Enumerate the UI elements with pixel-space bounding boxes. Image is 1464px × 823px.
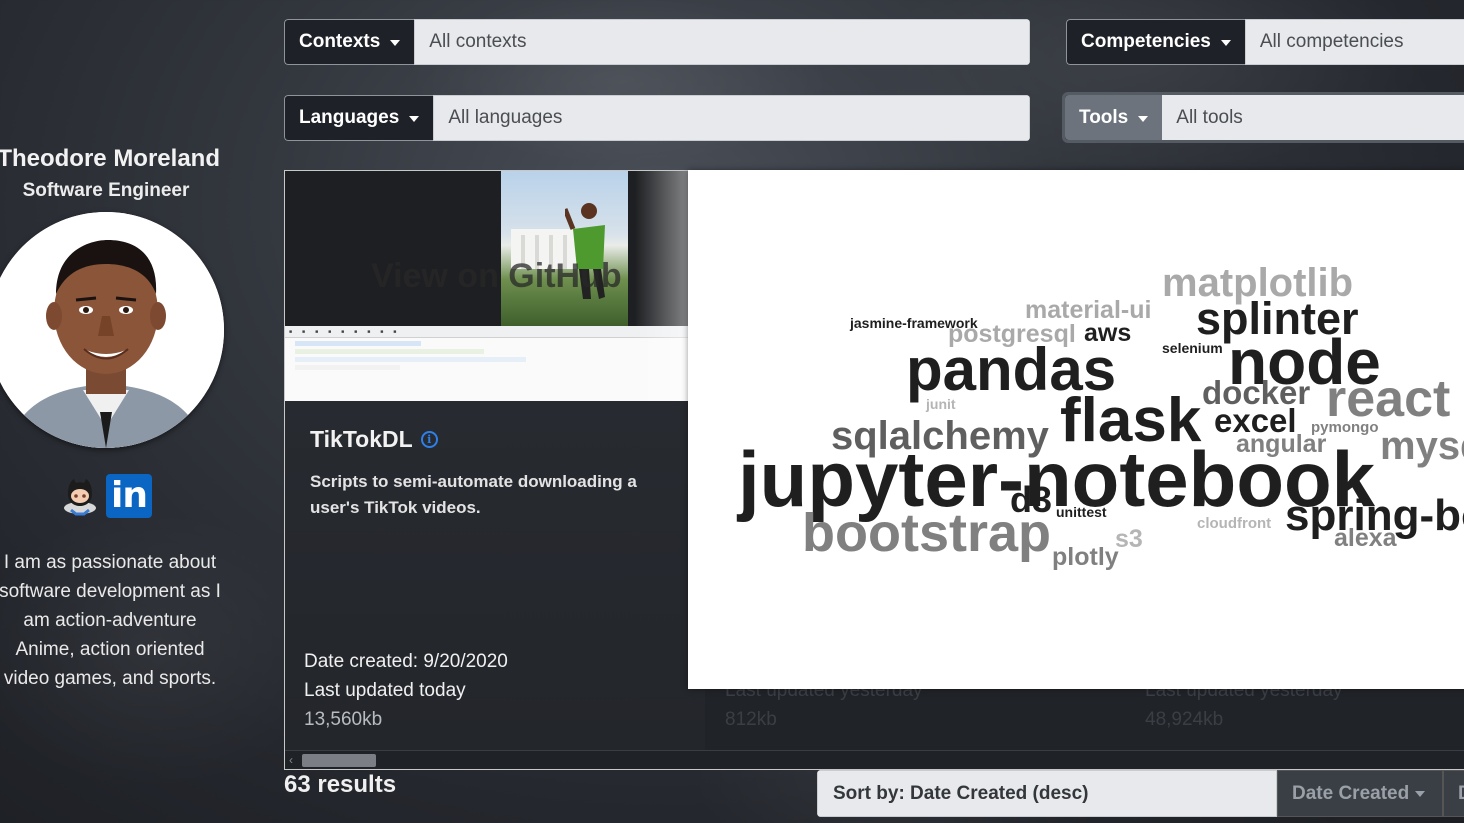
languages-dropdown-button[interactable]: Languages xyxy=(284,95,434,141)
word-pymongo: pymongo xyxy=(1311,419,1379,436)
tools-dropdown-label: Tools xyxy=(1079,106,1129,128)
project-card[interactable]: View on GitHub ■ ■ ■ ■ ■ ■ ■ ■ ■ TikTokDL i Scri… xyxy=(285,171,705,751)
caret-down-icon xyxy=(409,116,420,122)
sort-field-dropdown[interactable]: Date Created xyxy=(1277,770,1443,817)
word-react: react xyxy=(1326,370,1451,428)
caret-down-icon xyxy=(390,40,401,46)
languages-value[interactable]: All languages xyxy=(433,95,1030,141)
competencies-filter: Competencies All competencies xyxy=(1066,19,1464,65)
sort-label: Sort by: Date Created (desc) xyxy=(817,770,1277,817)
word-junit: junit xyxy=(926,396,956,412)
sort-direction-dropdown[interactable]: D xyxy=(1443,770,1464,817)
repo-size: 48,924kb xyxy=(1145,709,1224,730)
project-thumbnail[interactable]: View on GitHub ■ ■ ■ ■ ■ ■ ■ ■ ■ xyxy=(285,171,705,401)
caret-down-icon xyxy=(1138,115,1149,122)
word-selenium: selenium xyxy=(1162,340,1223,356)
tools-value[interactable]: All tools xyxy=(1162,95,1464,140)
horizontal-scrollbar[interactable]: ‹ xyxy=(285,750,1464,769)
thumbnail-photo xyxy=(501,171,628,326)
results-count: 63 results xyxy=(284,771,397,798)
avatar xyxy=(0,212,224,448)
info-icon[interactable]: i xyxy=(420,431,438,448)
word-s3: s3 xyxy=(1115,525,1143,553)
word-plotly: plotly xyxy=(1052,543,1119,571)
competencies-dropdown-label: Competencies xyxy=(1081,31,1211,52)
languages-dropdown-label: Languages xyxy=(299,107,400,128)
tools-dropdown-button[interactable]: Tools xyxy=(1065,95,1163,140)
word-bootstrap: bootstrap xyxy=(802,503,1051,563)
repo-size: 13,560kb xyxy=(304,709,383,730)
project-title: TikTokDL i xyxy=(310,426,438,453)
github-octocat-icon[interactable] xyxy=(62,474,98,516)
profile-bio: I am as passionate about software develo… xyxy=(0,552,221,689)
profile-title: Software Engineer xyxy=(22,180,190,201)
caret-down-icon xyxy=(1415,790,1426,797)
linkedin-icon[interactable]: in xyxy=(106,474,152,518)
caret-down-icon xyxy=(1220,40,1231,46)
competencies-dropdown-button[interactable]: Competencies xyxy=(1066,19,1245,65)
profile-sidebar: Theodore Moreland Software Engineer in I… xyxy=(0,0,224,823)
scroll-left-arrow-icon[interactable]: ‹ xyxy=(289,753,293,767)
tools-word-cloud: matplotlib material-ui jasmine-framework… xyxy=(688,170,1464,689)
word-alexa: alexa xyxy=(1334,524,1397,552)
project-title-text: TikTokDL xyxy=(310,426,413,452)
sort-control: Sort by: Date Created (desc) Date Create… xyxy=(817,770,1464,817)
scrollbar-thumb[interactable] xyxy=(302,754,376,767)
repo-size: 812kb xyxy=(725,709,777,730)
sort-field-label: Date Created xyxy=(1292,782,1410,804)
social-links: in xyxy=(62,474,152,518)
last-updated: Last updated today xyxy=(304,680,466,701)
word-cloudfront: cloudfront xyxy=(1197,515,1272,532)
tools-filter: Tools All tools xyxy=(1062,92,1464,143)
date-created: Date created: 9/20/2020 xyxy=(304,651,508,672)
word-unittest: unittest xyxy=(1056,504,1107,520)
view-on-github-overlay[interactable]: View on GitHub xyxy=(371,257,622,296)
profile-name: Theodore Moreland xyxy=(0,145,220,172)
contexts-value[interactable]: All contexts xyxy=(414,19,1030,65)
contexts-dropdown-button[interactable]: Contexts xyxy=(284,19,415,65)
word-mysql: mysql xyxy=(1380,424,1464,468)
competencies-value[interactable]: All competencies xyxy=(1244,19,1464,65)
languages-filter: Languages All languages xyxy=(284,95,1030,141)
contexts-filter: Contexts All contexts xyxy=(284,19,1030,65)
contexts-dropdown-label: Contexts xyxy=(299,31,381,52)
project-description: Scripts to semi-automate downloading a u… xyxy=(310,472,637,517)
